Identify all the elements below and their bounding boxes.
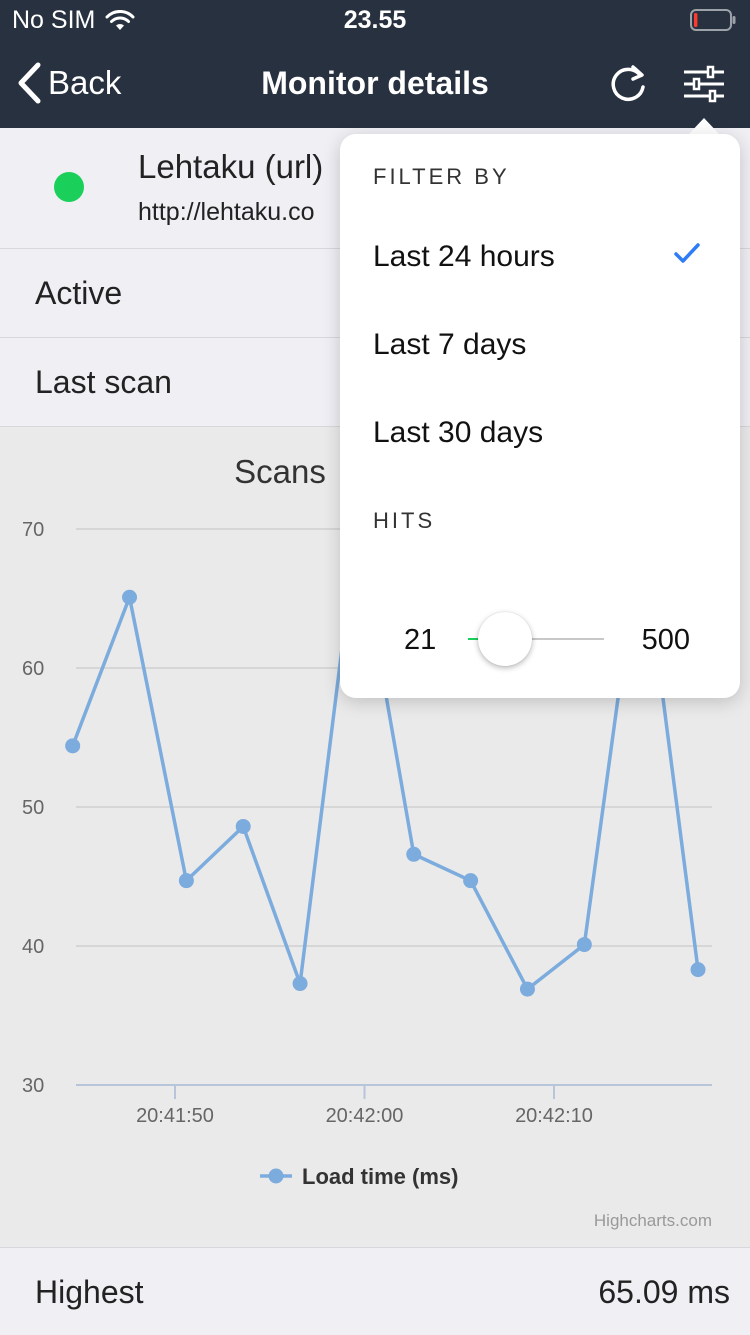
filter-option-label: Last 7 days [373,328,527,361]
y-tick-label: 40 [22,936,44,958]
filter-option-30d[interactable]: Last 30 days [340,396,740,476]
data-point [519,981,535,997]
data-point [292,976,308,992]
data-point [576,937,592,953]
data-point [235,818,251,834]
x-tick-label: 20:41:50 [136,1105,214,1127]
popover-arrow [688,118,720,135]
legend-label: Load time (ms) [302,1164,458,1189]
x-tick-label: 20:42:00 [326,1105,404,1127]
clock: 23.55 [343,6,407,34]
hits-heading: HITS [373,508,436,533]
data-point [65,738,81,754]
y-tick-label: 50 [22,797,44,819]
filter-option-7d[interactable]: Last 7 days [340,308,740,388]
nav-bar: Back Monitor details [0,40,750,128]
filter-option-label: Last 24 hours [373,240,555,273]
legend-marker [268,1168,284,1184]
y-tick-label: 60 [22,658,44,680]
filter-by-heading: FILTER BY [373,164,510,189]
filter-option-24h[interactable]: Last 24 hours [340,220,740,300]
highest-row: Highest 65.09 ms [0,1247,750,1335]
status-dot [54,172,84,202]
highest-label: Highest [35,1274,144,1310]
hits-min-label: 21 [404,624,437,656]
y-tick-label: 70 [22,519,44,541]
last-scan-label: Last scan [35,364,172,400]
y-tick-label: 30 [22,1075,44,1097]
monitor-name: Lehtaku (url) [138,148,324,185]
monitor-url: http://lehtaku.co [138,198,315,226]
highest-value: 65.09 ms [598,1274,730,1310]
filter-popover: FILTER BY Last 24 hours Last 7 days Last… [340,134,740,698]
data-point [178,873,194,889]
filter-option-label: Last 30 days [373,416,544,449]
checkmark-icon [674,243,700,263]
data-point [463,873,479,889]
sliders-icon[interactable] [682,64,726,104]
battery-icon [690,9,736,31]
hits-max-label: 500 [641,624,690,656]
x-tick-label: 20:42:10 [515,1105,593,1127]
data-point [690,962,706,978]
refresh-icon[interactable] [606,62,650,106]
active-label: Active [35,275,123,311]
chart-credits[interactable]: Highcharts.com [594,1211,712,1231]
hits-slider-thumb[interactable] [477,612,532,666]
status-bar: No SIM 23.55 [0,0,750,40]
data-point [122,589,138,605]
data-point [406,846,422,862]
